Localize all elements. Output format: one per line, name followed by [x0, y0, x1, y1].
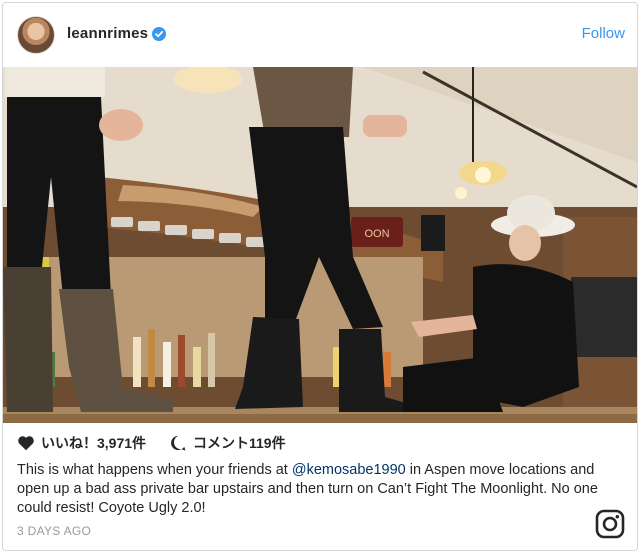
- post-timestamp[interactable]: 3 DAYS AGO: [17, 524, 91, 538]
- tv-screen: [571, 277, 637, 357]
- post-actions: いいね！3,971件 コメント119件: [17, 433, 617, 455]
- verified-badge-icon: [152, 27, 166, 41]
- like-action[interactable]: いいね！3,971件: [17, 433, 146, 453]
- lamp-bulb: [475, 167, 491, 183]
- username[interactable]: leannrimes: [67, 25, 148, 42]
- instagram-logo-icon[interactable]: [595, 509, 625, 539]
- bar-sign-text: OON: [364, 228, 389, 240]
- avatar[interactable]: [17, 16, 55, 54]
- comment-bubble-icon[interactable]: [169, 434, 187, 452]
- post-photo[interactable]: OON: [3, 67, 637, 423]
- lamp-glow: [455, 187, 467, 199]
- likes-count: いいね！3,971件: [41, 435, 147, 451]
- photo-illustration: OON: [3, 67, 637, 423]
- comment-action[interactable]: コメント119件: [169, 433, 286, 453]
- bar-top: [3, 413, 637, 423]
- instagram-embed-card: leannrimes Follow OON いいね！3,971件 コメント119…: [2, 2, 638, 551]
- caption-mention-link[interactable]: @kemosabe1990: [292, 462, 406, 478]
- post-caption: This is what happens when your friends a…: [17, 461, 607, 518]
- speaker: [421, 215, 445, 251]
- heart-icon[interactable]: [17, 435, 35, 451]
- follow-button[interactable]: Follow: [582, 25, 625, 42]
- caption-text-start: This is what happens when your friends a…: [17, 462, 292, 478]
- post-header: leannrimes Follow: [3, 3, 637, 67]
- comments-count: コメント119件: [193, 435, 286, 451]
